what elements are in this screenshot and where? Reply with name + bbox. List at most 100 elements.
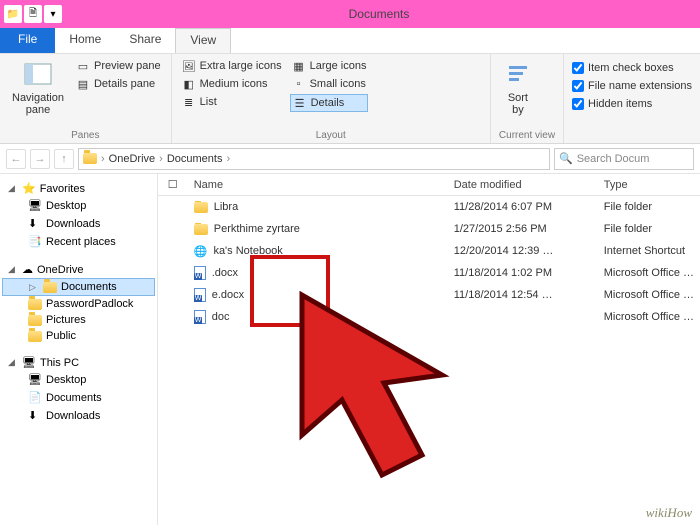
tab-file[interactable]: File bbox=[0, 28, 55, 53]
shortcut-icon: 🌐 bbox=[194, 245, 208, 258]
table-row[interactable]: e.docx 11/18/2014 12:54 …Microsoft Office… bbox=[158, 284, 700, 306]
header-name[interactable]: Name bbox=[188, 179, 448, 191]
pc-icon: 🖥 bbox=[22, 356, 36, 369]
window-title: Documents bbox=[62, 7, 696, 21]
file-date: 11/28/2014 6:07 PM bbox=[448, 201, 598, 213]
star-icon: ⭐ bbox=[22, 182, 36, 195]
small-icons-icon: ▫ bbox=[292, 77, 306, 91]
table-row[interactable]: 🌐 ka's Notebook 12/20/2014 12:39 …Internet… bbox=[158, 240, 700, 262]
layout-extra-large[interactable]: 🖼Extra large icons bbox=[180, 58, 284, 74]
folder-icon bbox=[43, 282, 57, 293]
sort-by-button[interactable]: Sort by bbox=[499, 58, 537, 118]
file-date: 12/20/2014 12:39 … bbox=[448, 245, 598, 257]
nav-thispc[interactable]: ◢🖥This PC bbox=[2, 354, 155, 371]
search-input[interactable]: 🔍 Search Docum bbox=[554, 148, 694, 170]
file-list-header: ☐ Name Date modified Type bbox=[158, 174, 700, 196]
tab-share[interactable]: Share bbox=[115, 28, 175, 53]
folder-icon bbox=[194, 202, 208, 213]
nav-downloads[interactable]: ⬇Downloads bbox=[2, 215, 155, 233]
title-bar: 📁 🗎 ▾ Documents bbox=[0, 0, 700, 28]
nav-passwordpadlock[interactable]: PasswordPadlock bbox=[2, 296, 155, 312]
layout-list[interactable]: ≣List bbox=[180, 94, 284, 110]
folder-icon bbox=[28, 299, 42, 310]
nav-onedrive[interactable]: ◢☁OneDrive bbox=[2, 261, 155, 278]
file-name: e.docx bbox=[212, 289, 244, 301]
file-name-extensions-checkbox[interactable]: File name extensions bbox=[572, 80, 692, 92]
breadcrumb[interactable]: › OneDrive › Documents › bbox=[78, 148, 550, 170]
ribbon-group-current-view: Sort by Current view bbox=[491, 54, 564, 143]
main-area: ◢⭐Favorites 🖥Desktop ⬇Downloads 📑Recent … bbox=[0, 174, 700, 525]
file-date: 11/18/2014 12:54 … bbox=[448, 289, 598, 301]
file-type: Microsoft Office … bbox=[598, 289, 700, 301]
nav-arrows: ← → ↑ bbox=[6, 149, 74, 169]
breadcrumb-documents[interactable]: Documents bbox=[167, 153, 223, 165]
cloud-icon: ☁ bbox=[22, 263, 33, 276]
ribbon: Navigation pane ▭Preview pane ▤Details p… bbox=[0, 54, 700, 144]
header-date[interactable]: Date modified bbox=[448, 179, 598, 191]
breadcrumb-onedrive[interactable]: OneDrive bbox=[109, 153, 155, 165]
file-type: Internet Shortcut bbox=[598, 245, 700, 257]
table-row[interactable]: docMicrosoft Office … bbox=[158, 306, 700, 328]
file-type: File folder bbox=[598, 201, 700, 213]
extra-large-icons-icon: 🖼 bbox=[182, 59, 196, 73]
desktop-icon: 🖥 bbox=[28, 373, 42, 387]
details-pane-button[interactable]: ▤Details pane bbox=[74, 76, 163, 92]
file-name: Libra bbox=[214, 201, 238, 213]
preview-pane-button[interactable]: ▭Preview pane bbox=[74, 58, 163, 74]
downloads-icon: ⬇ bbox=[28, 217, 42, 231]
file-name: ka's Notebook bbox=[213, 245, 282, 257]
table-row[interactable]: Perkthime zyrtare1/27/2015 2:56 PMFile f… bbox=[158, 218, 700, 240]
forward-button[interactable]: → bbox=[30, 149, 50, 169]
file-date: 11/18/2014 1:02 PM bbox=[448, 267, 598, 279]
header-checkbox[interactable]: ☐ bbox=[158, 178, 188, 191]
word-doc-icon bbox=[194, 266, 206, 280]
navigation-pane: ◢⭐Favorites 🖥Desktop ⬇Downloads 📑Recent … bbox=[0, 174, 158, 525]
properties-icon[interactable]: 🗎 bbox=[24, 5, 42, 23]
desktop-icon: 🖥 bbox=[28, 199, 42, 213]
nav-pictures[interactable]: Pictures bbox=[2, 312, 155, 328]
nav-pc-desktop[interactable]: 🖥Desktop bbox=[2, 371, 155, 389]
ribbon-group-panes: Navigation pane ▭Preview pane ▤Details p… bbox=[0, 54, 172, 143]
hidden-items-checkbox[interactable]: Hidden items bbox=[572, 98, 692, 110]
nav-documents[interactable]: ▷Documents bbox=[2, 278, 155, 296]
layout-large[interactable]: ▦Large icons bbox=[290, 58, 369, 74]
tab-view[interactable]: View bbox=[175, 28, 231, 53]
layout-medium[interactable]: ◧Medium icons bbox=[180, 76, 284, 92]
nav-recent[interactable]: 📑Recent places bbox=[2, 233, 155, 251]
nav-pc-downloads[interactable]: ⬇Downloads bbox=[2, 407, 155, 425]
layout-details[interactable]: ☰Details bbox=[290, 94, 369, 112]
downloads-icon: ⬇ bbox=[28, 409, 42, 423]
file-name: doc bbox=[212, 311, 230, 323]
word-doc-icon bbox=[194, 288, 206, 302]
navigation-pane-button[interactable]: Navigation pane bbox=[8, 58, 68, 118]
quick-access-toolbar: 📁 🗎 ▾ bbox=[4, 5, 62, 23]
nav-desktop[interactable]: 🖥Desktop bbox=[2, 197, 155, 215]
recent-icon: 📑 bbox=[28, 235, 42, 249]
table-row[interactable]: Libra 11/28/2014 6:07 PMFile folder bbox=[158, 196, 700, 218]
up-button[interactable]: ↑ bbox=[54, 149, 74, 169]
header-type[interactable]: Type bbox=[598, 179, 700, 191]
file-name: .docx bbox=[212, 267, 238, 279]
nav-pc-documents[interactable]: 📄Documents bbox=[2, 389, 155, 407]
ribbon-tabs: File Home Share View bbox=[0, 28, 700, 54]
folder-icon bbox=[83, 153, 97, 164]
new-folder-icon[interactable]: ▾ bbox=[44, 5, 62, 23]
tab-home[interactable]: Home bbox=[55, 28, 115, 53]
word-doc-icon bbox=[194, 310, 206, 324]
nav-public[interactable]: Public bbox=[2, 328, 155, 344]
table-row[interactable]: .docx 11/18/2014 1:02 PMMicrosoft Office … bbox=[158, 262, 700, 284]
item-check-boxes-checkbox[interactable]: Item check boxes bbox=[572, 62, 692, 74]
navigation-pane-icon bbox=[23, 60, 53, 90]
layout-small[interactable]: ▫Small icons bbox=[290, 76, 369, 92]
explorer-icon[interactable]: 📁 bbox=[4, 5, 22, 23]
ribbon-group-show-hide: Item check boxes File name extensions Hi… bbox=[564, 54, 700, 143]
search-icon: 🔍 bbox=[559, 152, 573, 165]
folder-icon bbox=[194, 224, 208, 235]
back-button[interactable]: ← bbox=[6, 149, 26, 169]
nav-favorites[interactable]: ◢⭐Favorites bbox=[2, 180, 155, 197]
file-type: Microsoft Office … bbox=[598, 267, 700, 279]
folder-icon bbox=[28, 315, 42, 326]
file-date: 1/27/2015 2:56 PM bbox=[448, 223, 598, 235]
watermark: wikiHow bbox=[646, 505, 692, 521]
ribbon-group-layout: 🖼Extra large icons ◧Medium icons ≣List ▦… bbox=[172, 54, 491, 143]
